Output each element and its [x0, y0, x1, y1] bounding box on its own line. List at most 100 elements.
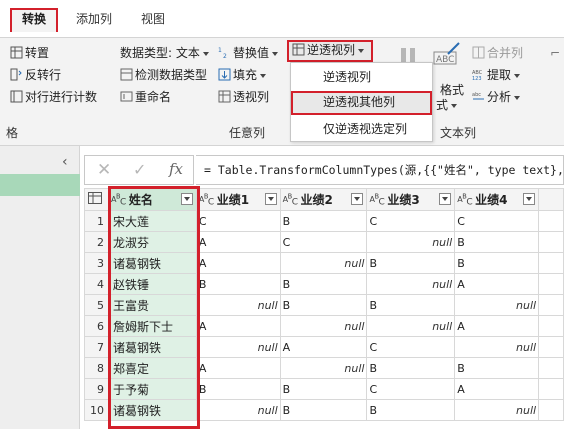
name-cell[interactable]: 詹姆斯下士 — [107, 315, 197, 337]
column-header-score4[interactable]: ABC 业绩4 — [454, 188, 540, 211]
score-cell[interactable]: A — [279, 336, 368, 358]
name-cell[interactable]: 诸葛钢铁 — [107, 399, 197, 421]
score-cell[interactable]: null — [195, 294, 281, 316]
score-cell[interactable]: C — [279, 231, 368, 253]
score-cell[interactable]: null — [195, 399, 281, 421]
column-header-score3[interactable]: ABC 业绩3 — [366, 188, 456, 211]
row-number[interactable]: 4 — [84, 273, 109, 295]
row-number[interactable]: 9 — [84, 378, 109, 400]
formula-input[interactable]: = Table.TransformColumnTypes(源,{{"姓名", t… — [196, 155, 564, 185]
tab-add-column[interactable]: 添加列 — [72, 8, 116, 32]
score-cell[interactable]: null — [279, 357, 368, 379]
score-cell[interactable]: B — [454, 357, 540, 379]
cancel-formula-icon[interactable]: ✕ — [97, 160, 111, 180]
extract-button[interactable]: ABC 123 提取 — [472, 66, 521, 84]
row-number[interactable]: 10 — [84, 399, 109, 421]
score-cell[interactable]: B — [279, 273, 368, 295]
score-cell[interactable]: C — [366, 378, 456, 400]
chevron-down-icon[interactable] — [358, 48, 365, 53]
row-number[interactable]: 8 — [84, 357, 109, 379]
score-cell[interactable]: B — [195, 273, 281, 295]
fx-icon[interactable]: fx — [169, 160, 183, 178]
score-cell[interactable]: C — [366, 210, 456, 232]
row-number[interactable]: 3 — [84, 252, 109, 274]
name-cell[interactable]: 龙淑芬 — [107, 231, 197, 253]
score-cell[interactable]: null — [366, 315, 456, 337]
table-row[interactable]: 6 詹姆斯下士 Anull null A — [84, 315, 564, 337]
tab-view[interactable]: 视图 — [138, 8, 168, 32]
fill-button[interactable]: 填充 — [218, 66, 267, 84]
score-cell[interactable]: null — [454, 294, 540, 316]
score-cell[interactable]: B — [195, 378, 281, 400]
score-cell[interactable]: A — [454, 315, 540, 337]
transpose-button[interactable]: 转置 — [10, 44, 49, 62]
count-rows-button[interactable]: 对行进行计数 — [10, 88, 97, 106]
score-cell[interactable]: null — [279, 315, 368, 337]
column-header-score2[interactable]: ABC 业绩2 — [279, 188, 368, 211]
format-button[interactable]: ABC — [432, 42, 462, 70]
score-cell[interactable]: A — [454, 378, 540, 400]
table-row[interactable]: 3 诸葛钢铁 Anull B B — [84, 252, 564, 274]
selected-query-item[interactable] — [0, 174, 80, 196]
score-cell[interactable]: B — [279, 399, 368, 421]
score-cell[interactable]: B — [279, 378, 368, 400]
column-header-score1[interactable]: ABC 业绩1 — [195, 188, 281, 211]
name-cell[interactable]: 王富贵 — [107, 294, 197, 316]
detect-data-type-button[interactable]: 检测数据类型 — [120, 66, 207, 84]
score-cell[interactable]: null — [454, 336, 540, 358]
score-cell[interactable]: A — [195, 231, 281, 253]
menu-item-unpivot-selected-only[interactable]: 仅逆透视选定列 — [291, 117, 432, 141]
row-number[interactable]: 5 — [84, 294, 109, 316]
score-cell[interactable]: B — [279, 294, 368, 316]
score-cell[interactable]: null — [195, 336, 281, 358]
name-cell[interactable]: 于予菊 — [107, 378, 197, 400]
table-row[interactable]: 5 王富贵 null B Bnull — [84, 294, 564, 316]
collapse-pane-icon[interactable]: ‹ — [62, 154, 68, 170]
menu-item-unpivot-columns[interactable]: 逆透视列 — [291, 65, 432, 89]
score-cell[interactable]: null — [366, 231, 456, 253]
filter-dropdown-icon[interactable] — [264, 193, 277, 205]
score-cell[interactable]: C — [195, 210, 281, 232]
score-cell[interactable]: B — [454, 231, 540, 253]
score-cell[interactable]: null — [279, 252, 368, 274]
table-menu-icon[interactable] — [84, 188, 109, 211]
confirm-formula-icon[interactable]: ✓ — [133, 160, 146, 179]
table-row[interactable]: 10 诸葛钢铁 null B Bnull — [84, 399, 564, 421]
parse-button[interactable]: abc 分析 — [472, 88, 521, 106]
tab-transform[interactable]: 转换 — [10, 8, 58, 32]
pivot-column-button[interactable]: 透视列 — [218, 88, 269, 106]
row-number[interactable]: 1 — [84, 210, 109, 232]
table-row[interactable]: 8 郑喜定 Anull B B — [84, 357, 564, 379]
rename-button[interactable]: 重命名 — [120, 88, 171, 106]
menu-item-unpivot-other-columns[interactable]: 逆透视其他列 — [291, 91, 432, 115]
name-cell[interactable]: 诸葛钢铁 — [107, 336, 197, 358]
data-type-dropdown[interactable]: 数据类型: 文本 — [120, 44, 209, 62]
name-cell[interactable]: 郑喜定 — [107, 357, 197, 379]
score-cell[interactable]: B — [366, 252, 456, 274]
filter-dropdown-icon[interactable] — [439, 193, 452, 205]
merge-columns-button[interactable]: 合并列 — [472, 44, 523, 62]
score-cell[interactable]: A — [195, 252, 281, 274]
score-cell[interactable]: B — [366, 399, 456, 421]
score-cell[interactable]: A — [195, 357, 281, 379]
filter-dropdown-icon[interactable] — [180, 193, 193, 205]
row-number[interactable]: 6 — [84, 315, 109, 337]
score-cell[interactable]: B — [279, 210, 368, 232]
score-cell[interactable]: null — [366, 273, 456, 295]
table-row[interactable]: 9 于予菊 B B C A — [84, 378, 564, 400]
table-row[interactable]: 2 龙淑芬 A Cnull B — [84, 231, 564, 253]
filter-dropdown-icon[interactable] — [523, 193, 536, 205]
score-cell[interactable]: C — [366, 336, 456, 358]
score-cell[interactable]: B — [366, 357, 456, 379]
unpivot-columns-button[interactable]: 逆透视列 — [287, 40, 373, 62]
name-cell[interactable]: 赵铁锤 — [107, 273, 197, 295]
table-row[interactable]: 4 赵铁锤 B Bnull A — [84, 273, 564, 295]
score-cell[interactable]: B — [366, 294, 456, 316]
reverse-rows-button[interactable]: 反转行 — [10, 66, 61, 84]
score-cell[interactable]: C — [454, 210, 540, 232]
filter-dropdown-icon[interactable] — [351, 193, 364, 205]
score-cell[interactable]: A — [195, 315, 281, 337]
name-cell[interactable]: 宋大莲 — [107, 210, 197, 232]
name-cell[interactable]: 诸葛钢铁 — [107, 252, 197, 274]
table-row[interactable]: 1 宋大莲 C B C C — [84, 210, 564, 232]
